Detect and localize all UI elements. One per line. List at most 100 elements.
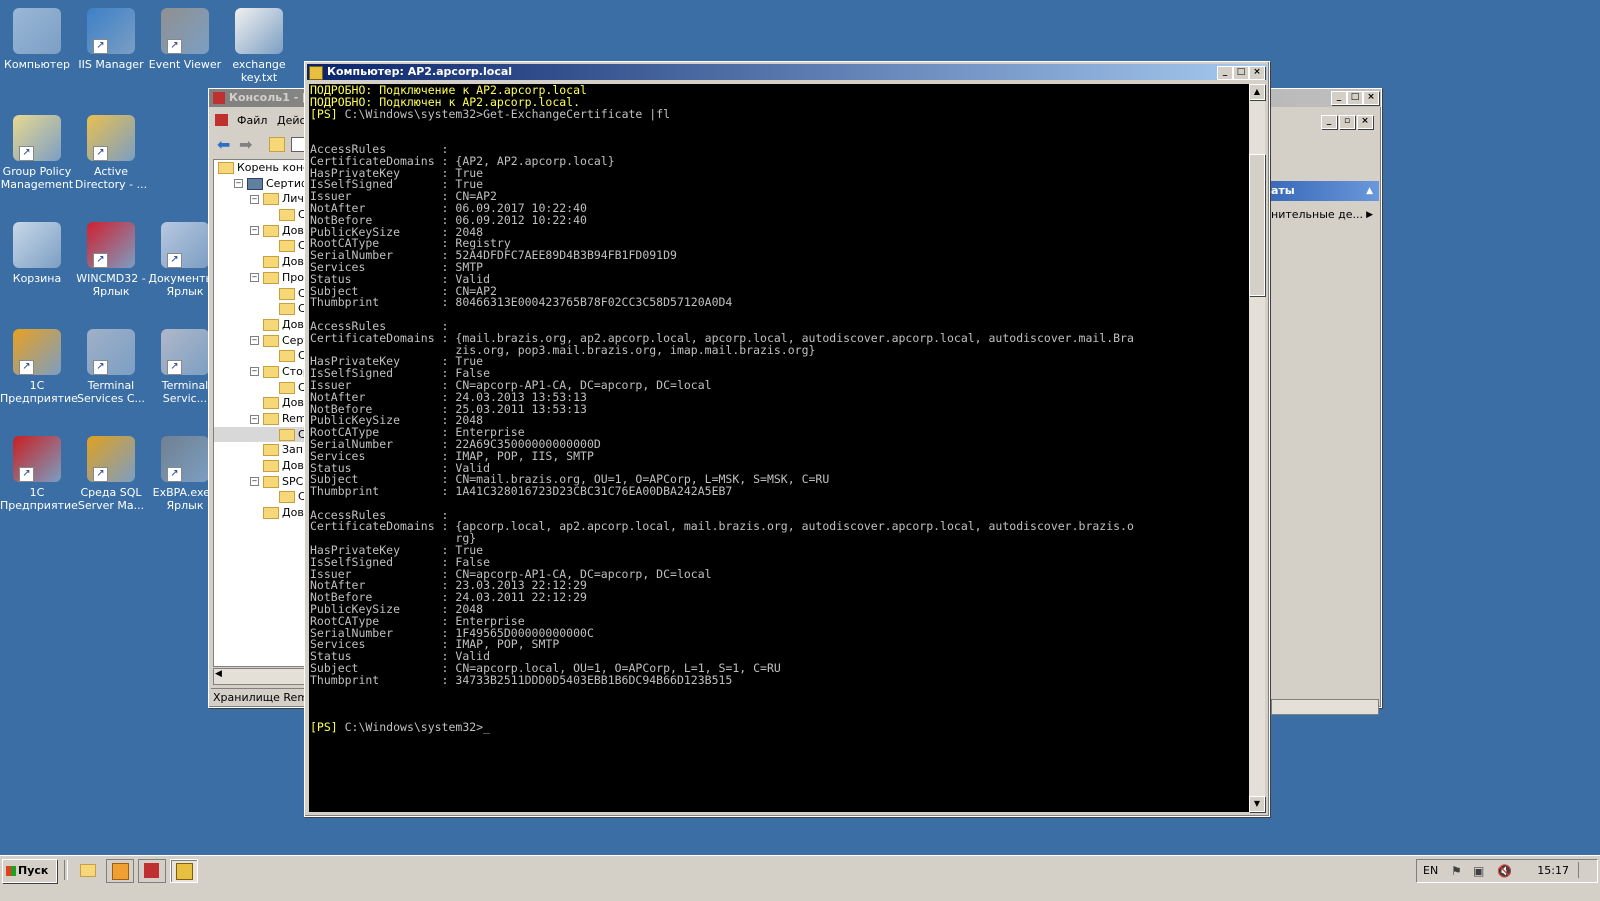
maximize-button[interactable]: □ [1233, 66, 1249, 80]
archive-icon[interactable] [106, 859, 134, 883]
tree-item[interactable]: Се [214, 426, 308, 443]
desktop-icon[interactable]: ↗ Среда SQL Server Ma... [74, 436, 148, 512]
desktop-icon-label: IIS Manager [78, 58, 144, 71]
prompt-line: [PS] C:\Windows\system32>_ [310, 720, 1249, 735]
inner-minimize-button[interactable]: _ [1321, 115, 1337, 129]
desktop-icon[interactable]: exchange key.txt [222, 8, 296, 84]
scroll-up-icon[interactable]: ▲ [1249, 84, 1265, 100]
shortcut-arrow-icon: ↗ [167, 253, 182, 268]
minimize-button[interactable]: _ [1331, 91, 1347, 105]
tree-item[interactable]: −Проме [214, 270, 308, 286]
show-desktop-button[interactable] [1578, 862, 1593, 878]
tree-item[interactable]: −Remot [214, 411, 308, 427]
close-button[interactable]: × [1363, 91, 1379, 105]
output-line: Thumbprint : 1A41C328016723D23CBC31C76EA… [310, 484, 733, 499]
toolbar: ⬅ ➡ [211, 133, 307, 155]
folder-icon [263, 271, 279, 284]
tree-item[interactable]: − SPC [214, 474, 308, 490]
desktop-icon[interactable]: Компьютер [0, 8, 74, 71]
actions-header[interactable]: аты ▲ [1271, 181, 1379, 201]
tree-hscroll[interactable]: ◀ [213, 668, 309, 685]
tree-item[interactable]: −Сторо [214, 364, 308, 380]
powershell-window[interactable]: Компьютер: AP2.apcorp.local _ □ × ПОДРОБ… [304, 61, 1270, 817]
ps-prefix: [PS] [310, 106, 338, 121]
console-tree[interactable]: Корень консо−Сертифик−ЛичноСе−ДоверСеДов… [213, 159, 309, 667]
folder-icon [279, 209, 295, 222]
prompt-text: C:\Windows\system32>Get-ExchangeCertific… [337, 106, 671, 121]
scroll-left-icon[interactable]: ◀ [215, 669, 222, 679]
ps-prefix: [PS] [310, 720, 338, 735]
desktop-icon[interactable]: ↗ 1С Предприятие [0, 329, 78, 405]
volume-muted-icon[interactable]: 🔇 [1497, 864, 1512, 878]
inner-restore-button[interactable]: ▫ [1339, 115, 1355, 129]
tree-item[interactable]: Корень консо [214, 160, 308, 176]
desktop-icon[interactable]: Корзина [0, 222, 74, 285]
desktop-icon[interactable]: ↗ 1С Предприятие [0, 436, 78, 512]
inner-close-button[interactable]: × [1357, 115, 1373, 129]
flag-icon[interactable]: ⚑ [1451, 864, 1462, 878]
scroll-down-icon[interactable]: ▼ [1249, 796, 1265, 812]
console-output[interactable]: ПОДРОБНО: Подключение к AP2.apcorp.local… [309, 84, 1249, 812]
desktop-icon[interactable]: ↗ Event Viewer [148, 8, 222, 71]
tree-item[interactable]: −Серти [214, 333, 308, 349]
tree-item[interactable]: Довер [214, 254, 308, 270]
tree-item[interactable]: Се [214, 489, 308, 505]
menu-bar: Файл Дейст [211, 111, 312, 129]
tree-item[interactable]: Довер [214, 317, 308, 333]
explorer-icon[interactable] [74, 859, 100, 881]
actions-item[interactable]: нительные де... ▶ [1271, 207, 1379, 223]
desktop-icon[interactable]: ↗ Terminal Services C... [74, 329, 148, 405]
tree-item[interactable]: Се [214, 207, 308, 223]
tree-item[interactable]: Се [214, 301, 308, 317]
up-folder-icon[interactable] [269, 137, 285, 152]
clock[interactable]: 15:17 [1537, 864, 1569, 877]
menu-file[interactable]: Файл [237, 114, 267, 127]
start-button[interactable]: Пуск [2, 859, 57, 883]
tree-item[interactable]: Довер [214, 458, 308, 474]
collapse-toggle-icon[interactable]: − [250, 336, 259, 346]
windows-logo-icon [6, 866, 16, 876]
network-icon[interactable]: ▣ [1473, 864, 1484, 878]
maximize-button[interactable]: □ [1347, 91, 1363, 105]
remote-powershell-icon[interactable] [170, 859, 198, 883]
minimize-button[interactable]: _ [1217, 66, 1233, 80]
desktop-icon[interactable]: ↗ IIS Manager [74, 8, 148, 71]
actions-scroll[interactable] [1271, 699, 1379, 715]
tree-item[interactable]: Довер [214, 395, 308, 411]
collapse-toggle-icon[interactable]: − [250, 414, 259, 424]
collapse-toggle-icon[interactable]: − [250, 367, 259, 377]
desktop-icon[interactable]: ↗ WINCMD32 - Ярлык [74, 222, 148, 298]
tree-item[interactable]: Се [214, 348, 308, 364]
folder-icon [218, 162, 234, 174]
collapse-arrow-icon[interactable]: ▲ [1366, 181, 1373, 201]
collapse-toggle-icon[interactable]: − [250, 273, 259, 283]
console-scrollbar[interactable]: ▲ ▼ [1249, 84, 1265, 812]
tree-item[interactable]: Се [214, 238, 308, 254]
collapse-toggle-icon[interactable]: − [250, 226, 259, 236]
tree-item[interactable]: Довер [214, 505, 308, 521]
back-arrow-icon[interactable]: ⬅ [217, 135, 230, 154]
collapse-toggle-icon[interactable]: − [250, 194, 259, 204]
tree-item[interactable]: Сп [214, 286, 308, 302]
forward-arrow-icon[interactable]: ➡ [239, 135, 252, 154]
powershell-titlebar[interactable]: Компьютер: AP2.apcorp.local _ □ × [307, 64, 1267, 80]
desktop-icon[interactable]: ↗ Active Directory - ... [74, 115, 148, 191]
language-indicator[interactable]: EN [1423, 864, 1438, 877]
tree-item[interactable]: −Лично [214, 191, 308, 207]
tree-item[interactable]: − Сертифик [214, 176, 308, 192]
taskbar: Пуск EN ⚑ ▣ 🔇 15:17 [0, 855, 1600, 901]
desktop-icon-label: WINCMD32 - Ярлык [76, 272, 146, 298]
desktop-icon[interactable]: ↗ Group Policy Management [0, 115, 74, 191]
collapse-toggle-icon[interactable]: − [234, 179, 243, 189]
mmc-icon[interactable] [138, 859, 166, 883]
close-button[interactable]: × [1249, 66, 1265, 80]
tree-item[interactable]: Се [214, 380, 308, 396]
tree-item[interactable]: Запро [214, 442, 308, 458]
tree-item-label: Корень консо [237, 161, 309, 174]
scroll-thumb[interactable] [1249, 154, 1265, 296]
folder-icon [263, 444, 279, 457]
collapse-toggle-icon[interactable]: − [250, 477, 259, 487]
tree-item[interactable]: −Довер [214, 223, 308, 239]
actions-pane: _ ▫ × аты ▲ нительные де... ▶ [1271, 109, 1379, 715]
